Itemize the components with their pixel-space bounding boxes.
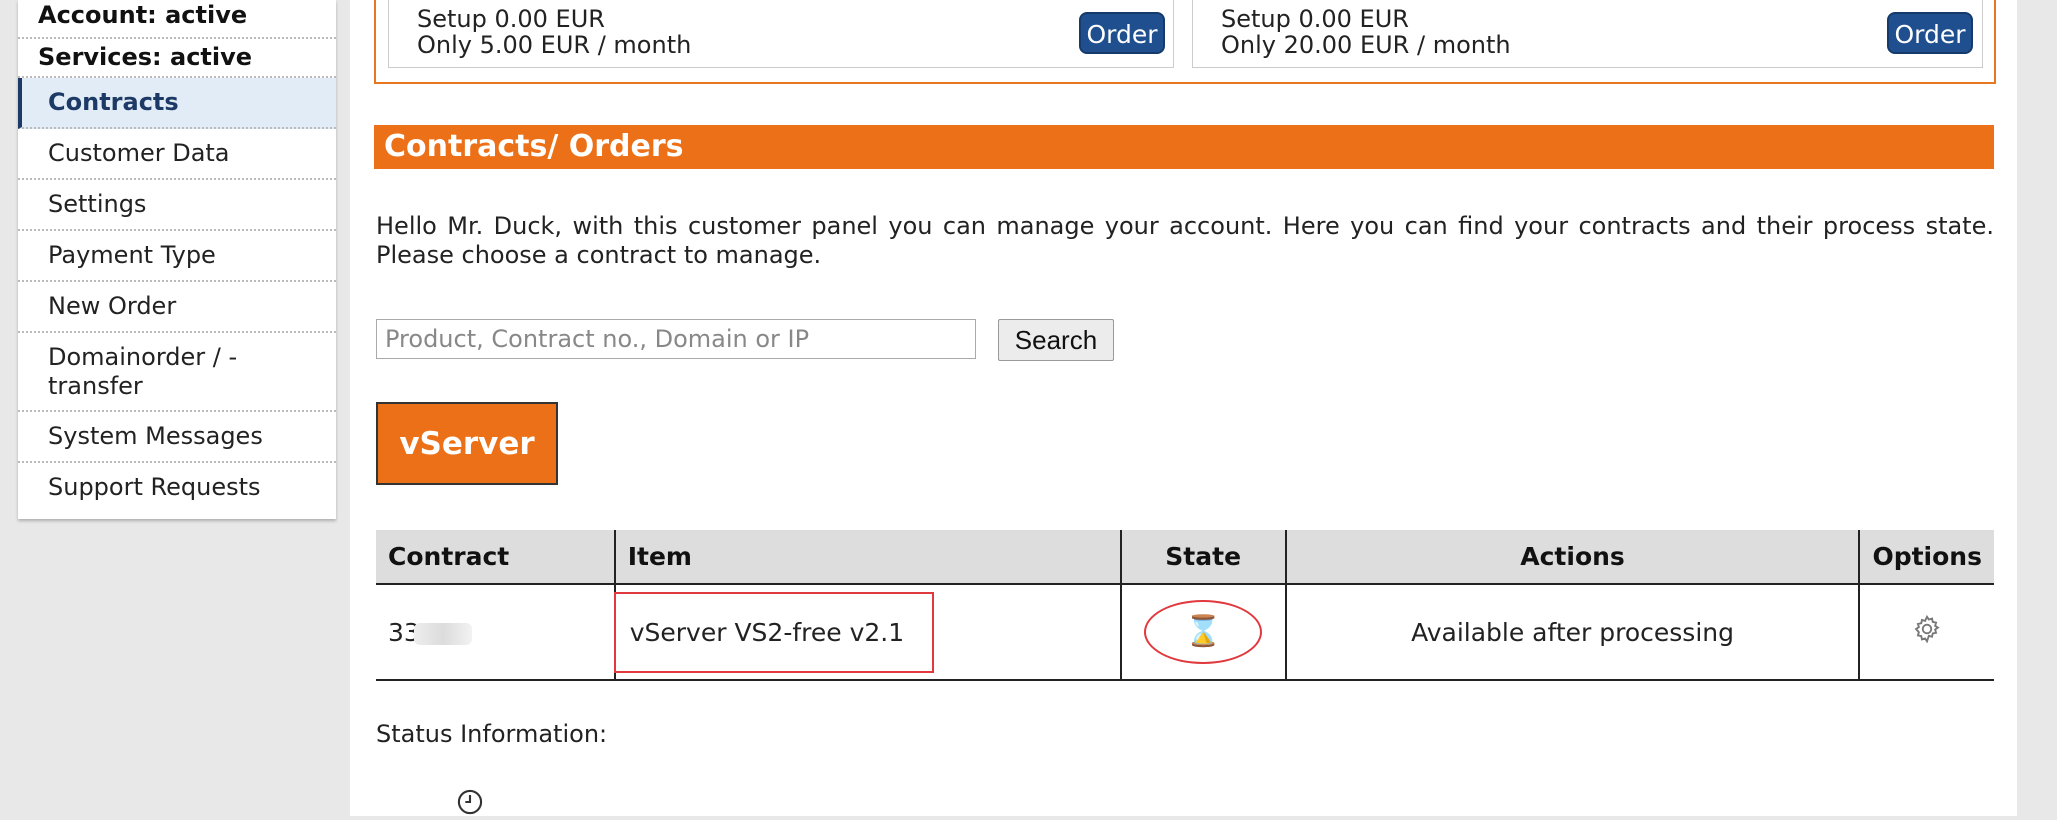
intro-text: Hello Mr. Duck, with this customer panel… [376, 212, 1994, 269]
offers-box: Setup 0.00 EUR Only 5.00 EUR / month Ord… [374, 0, 1996, 84]
state-cell: ⌛ [1119, 584, 1286, 681]
redaction-blur [413, 622, 472, 645]
sidebar-item-domain-order[interactable]: Domainorder / - transfer [18, 333, 336, 412]
order-button[interactable]: Order [1887, 12, 1973, 54]
action-text: Available after processing [1284, 584, 1860, 681]
offer-setup-price: Setup 0.00 EUR [1221, 5, 1409, 33]
column-header-actions: Actions [1284, 530, 1860, 585]
sidebar-item-payment-type[interactable]: Payment Type [18, 231, 336, 282]
column-header-options: Options [1858, 530, 1994, 585]
offer-monthly-price: Only 20.00 EUR / month [1221, 31, 1511, 59]
sidebar-item-support-requests[interactable]: Support Requests [18, 463, 336, 514]
contracts-table: Contract Item State Actions Options 33 v… [376, 530, 1994, 681]
category-tab-vserver[interactable]: vServer [376, 402, 558, 485]
search-button[interactable]: Search [998, 319, 1114, 361]
sidebar-item-new-order[interactable]: New Order [18, 282, 336, 333]
column-header-state: State [1119, 530, 1286, 585]
sidebar-item-settings[interactable]: Settings [18, 180, 336, 231]
order-button[interactable]: Order [1079, 12, 1165, 54]
offer-setup-price: Setup 0.00 EUR [417, 5, 605, 33]
options-cell [1858, 584, 1994, 681]
offer-card: Setup 0.00 EUR Only 5.00 EUR / month Ord… [388, 0, 1174, 68]
contract-number-cell: 33 [376, 584, 615, 681]
column-header-contract: Contract [376, 530, 615, 585]
item-name[interactable]: vServer VS2-free v2.1 [613, 591, 935, 673]
sidebar: Account: active Services: active Contrac… [18, 0, 336, 519]
item-cell: vServer VS2-free v2.1 [613, 584, 1121, 681]
sidebar-item-customer-data[interactable]: Customer Data [18, 129, 336, 180]
main-content: Setup 0.00 EUR Only 5.00 EUR / month Ord… [350, 0, 2017, 816]
clock-icon [456, 788, 484, 820]
account-status: Account: active [18, 0, 336, 39]
offer-monthly-price: Only 5.00 EUR / month [417, 31, 692, 59]
gear-icon[interactable] [1911, 613, 1943, 651]
section-title: Contracts/ Orders [374, 125, 1994, 169]
table-row[interactable]: 33 vServer VS2-free v2.1 ⌛ Available aft… [376, 584, 1994, 681]
table-header-row: Contract Item State Actions Options [376, 530, 1994, 585]
services-status: Services: active [18, 39, 336, 78]
offer-card: Setup 0.00 EUR Only 20.00 EUR / month Or… [1192, 0, 1983, 68]
sidebar-item-system-messages[interactable]: System Messages [18, 412, 336, 463]
status-information-label: Status Information: [376, 720, 608, 748]
search-input[interactable] [376, 319, 976, 359]
column-header-item: Item [613, 530, 1121, 585]
hourglass-icon: ⌛ [1144, 600, 1263, 664]
sidebar-item-contracts[interactable]: Contracts [18, 78, 336, 129]
